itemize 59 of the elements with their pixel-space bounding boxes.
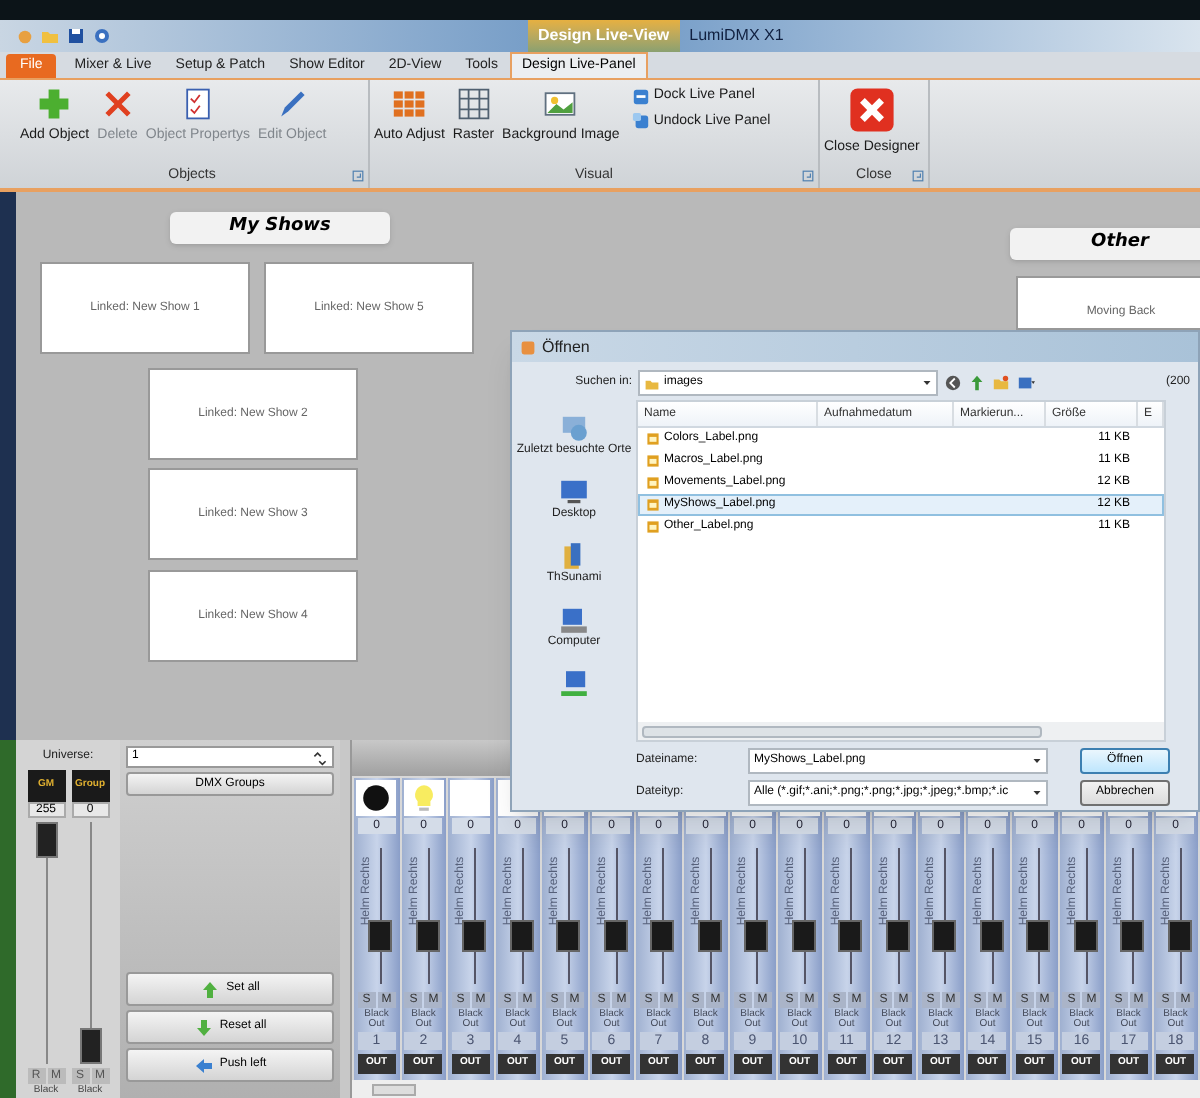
- fader-thumb[interactable]: [1073, 920, 1098, 953]
- computer-icon: [558, 604, 590, 636]
- up-arrow-icon: [968, 374, 986, 392]
- fader-thumb[interactable]: [462, 920, 487, 953]
- back-icon: [944, 374, 962, 392]
- fader-thumb[interactable]: [791, 920, 816, 953]
- close-icon: [847, 86, 896, 134]
- undock-icon: [631, 112, 650, 131]
- grid-icon: [455, 86, 492, 122]
- horizontal-scrollbar[interactable]: [638, 722, 1164, 740]
- caret-icon: [1032, 788, 1042, 798]
- app-icon: [16, 27, 34, 45]
- context-tab-title: Design Live-View: [528, 20, 680, 52]
- caret-icon: [1032, 756, 1042, 766]
- plus-icon: [36, 86, 73, 122]
- spinner-icon: [312, 749, 328, 765]
- fader-thumb[interactable]: [368, 920, 393, 953]
- fader-thumb[interactable]: [650, 920, 675, 953]
- fader-thumb[interactable]: [509, 920, 534, 953]
- down-arrow-icon: [193, 1017, 214, 1037]
- fader-thumb[interactable]: [603, 920, 628, 953]
- up-arrow-icon: [200, 979, 221, 999]
- fader-thumb[interactable]: [1167, 920, 1192, 953]
- fader-thumb[interactable]: [79, 1027, 101, 1063]
- blocks-icon: [391, 86, 428, 122]
- fader-thumb[interactable]: [415, 920, 440, 953]
- caret-icon: [922, 378, 932, 388]
- app-icon: [520, 339, 536, 355]
- save-icon: [66, 26, 86, 46]
- help-icon: [92, 26, 112, 46]
- window-title: LumiDMX X1: [687, 24, 786, 48]
- dialog-title: Öffnen: [542, 335, 590, 359]
- fader-thumb[interactable]: [1120, 920, 1145, 953]
- fader-thumb[interactable]: [885, 920, 910, 953]
- folder-icon: [40, 26, 60, 46]
- folder-icon: [644, 375, 660, 391]
- network-icon: [558, 668, 590, 700]
- fader-thumb[interactable]: [744, 920, 769, 953]
- ball-icon: [360, 782, 393, 814]
- horizontal-scrollbar[interactable]: [352, 1080, 1200, 1098]
- dock-icon: [631, 87, 650, 106]
- image-icon: [542, 86, 579, 122]
- section-header: My Shows: [170, 212, 390, 244]
- view-menu-icon: [1016, 374, 1036, 392]
- left-arrow-icon: [193, 1055, 214, 1075]
- fader-thumb[interactable]: [1026, 920, 1051, 953]
- fader-thumb[interactable]: [932, 920, 957, 953]
- launcher-icon: [912, 170, 924, 182]
- launcher-icon: [352, 170, 364, 182]
- fader-thumb[interactable]: [838, 920, 863, 953]
- new-folder-icon: [992, 374, 1010, 392]
- fader-thumb[interactable]: [697, 920, 722, 953]
- desktop-icon: [557, 476, 590, 508]
- launcher-icon: [802, 170, 814, 182]
- recent-places-icon: [558, 412, 590, 444]
- fader-thumb[interactable]: [556, 920, 581, 953]
- fader-thumb[interactable]: [979, 920, 1004, 953]
- fader-thumb[interactable]: [35, 822, 57, 858]
- section-header: Other: [1010, 228, 1200, 260]
